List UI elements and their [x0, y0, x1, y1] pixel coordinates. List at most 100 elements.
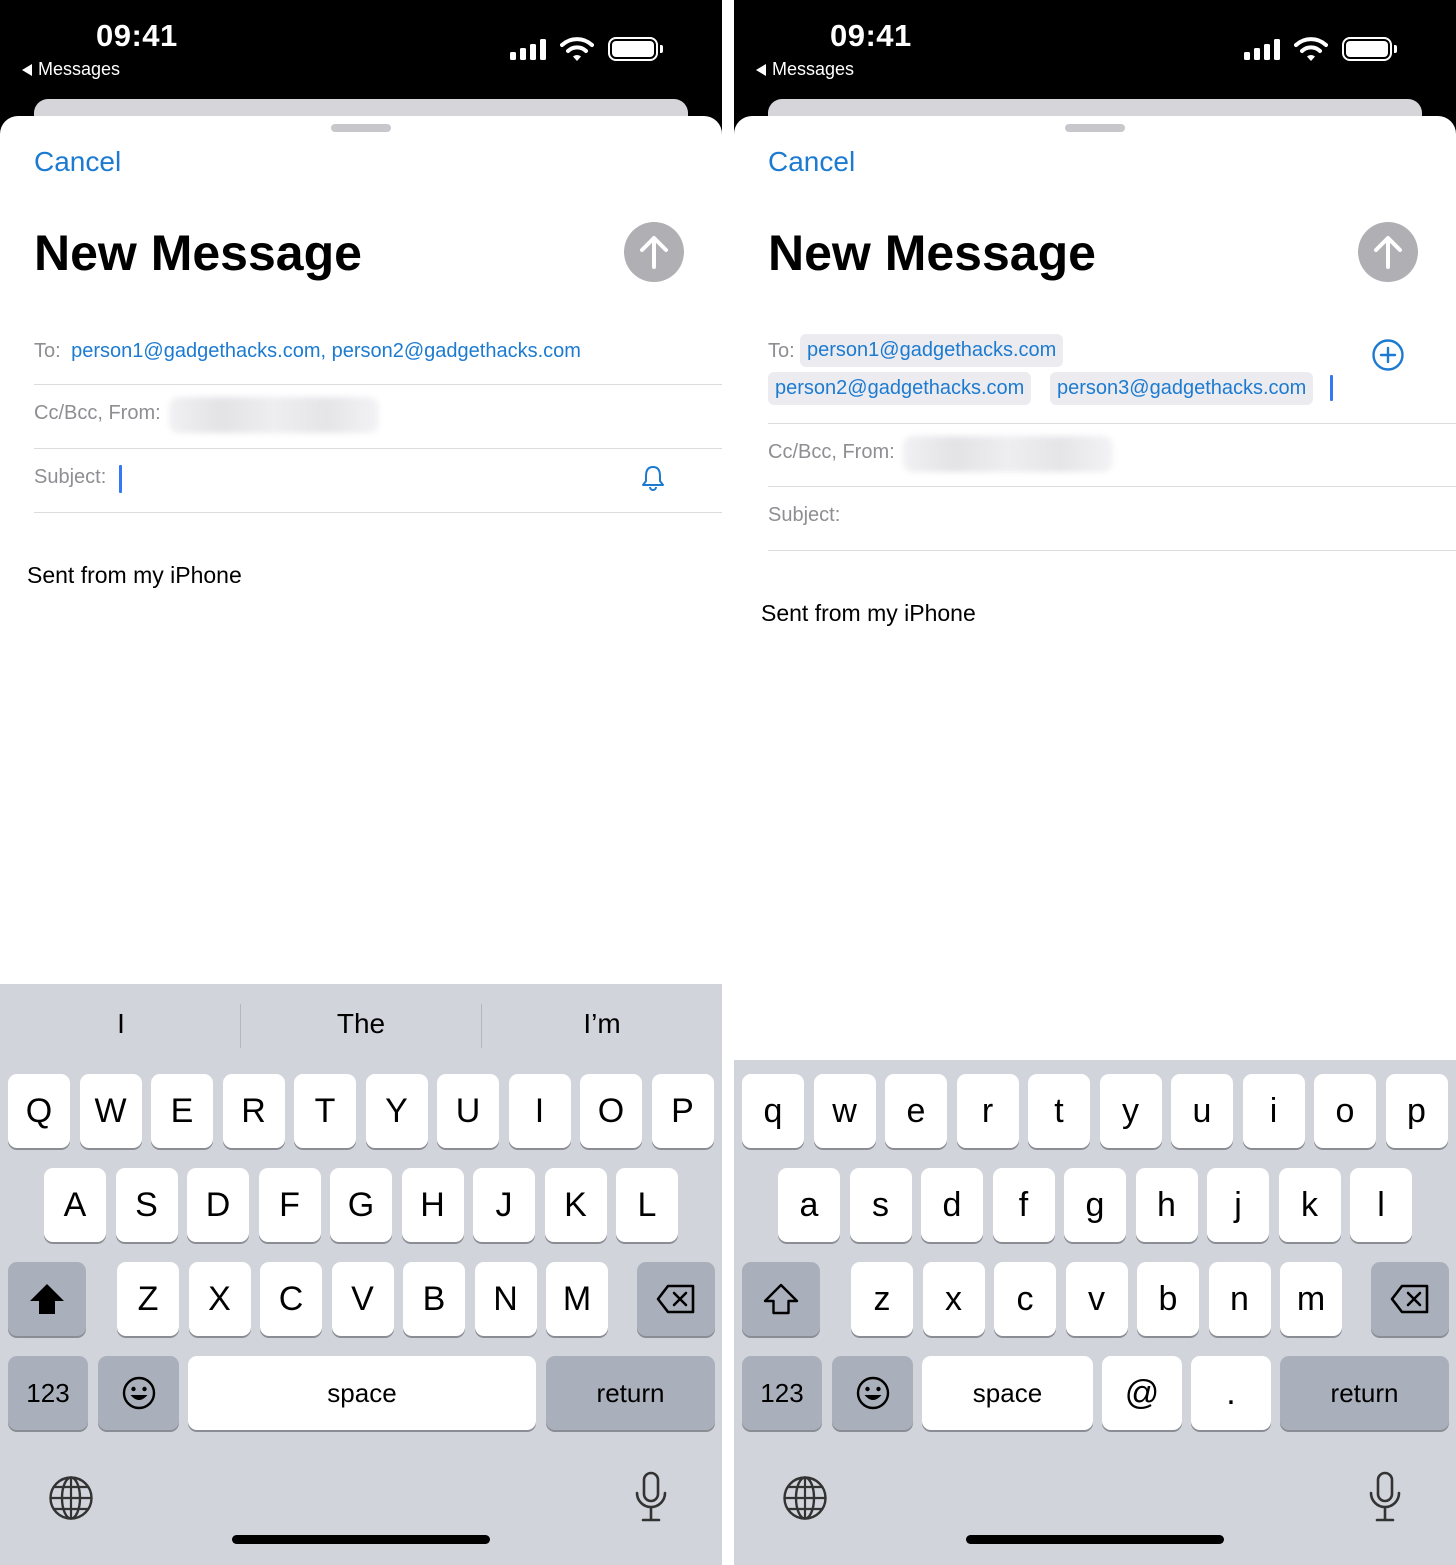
emoji-key[interactable] — [832, 1356, 913, 1430]
letter-key[interactable]: K — [544, 1168, 607, 1242]
globe-icon[interactable] — [48, 1475, 94, 1521]
battery-icon — [608, 37, 663, 61]
letter-key[interactable]: b — [1137, 1262, 1199, 1336]
letter-key[interactable]: j — [1207, 1168, 1269, 1242]
status-time: 09:41 — [96, 18, 178, 53]
delete-key[interactable] — [637, 1262, 715, 1336]
letter-key[interactable]: T — [294, 1074, 356, 1148]
recipient-chip[interactable]: person1@gadgethacks.com — [800, 334, 1064, 367]
letter-key[interactable]: n — [1208, 1262, 1271, 1336]
numbers-key[interactable]: 123 — [8, 1356, 88, 1430]
letter-key[interactable]: I — [508, 1074, 571, 1148]
numbers-key[interactable]: 123 — [742, 1356, 822, 1430]
cellular-signal-icon — [1244, 38, 1280, 60]
to-recipients[interactable]: person1@gadgethacks.com, person2@gadgeth… — [71, 340, 581, 362]
letter-key[interactable]: J — [473, 1168, 535, 1242]
letter-key[interactable]: f — [992, 1168, 1055, 1242]
letter-key[interactable]: v — [1065, 1262, 1128, 1336]
letter-key[interactable]: c — [994, 1262, 1056, 1336]
letter-key[interactable]: G — [330, 1168, 392, 1242]
back-to-messages-link[interactable]: Messages — [756, 59, 854, 80]
send-button[interactable] — [624, 222, 684, 282]
letter-key[interactable]: e — [885, 1074, 947, 1148]
letter-key[interactable]: p — [1385, 1074, 1448, 1148]
letter-key[interactable]: C — [260, 1262, 322, 1336]
message-signature[interactable]: Sent from my iPhone — [27, 562, 242, 589]
letter-key[interactable]: S — [115, 1168, 178, 1242]
recipient-chip[interactable]: person3@gadgethacks.com — [1050, 372, 1314, 405]
sheet-grabber[interactable] — [331, 124, 391, 132]
send-button[interactable] — [1358, 222, 1418, 282]
shift-key[interactable] — [742, 1262, 820, 1336]
prediction-2[interactable]: The — [281, 1008, 441, 1040]
recipient-chip[interactable]: person2@gadgethacks.com — [768, 372, 1032, 405]
letter-key[interactable]: l — [1350, 1168, 1412, 1242]
at-key[interactable]: @ — [1102, 1356, 1182, 1430]
ccbcc-from-field[interactable]: Cc/Bcc, From: — [768, 424, 1456, 487]
letter-key[interactable]: D — [187, 1168, 249, 1242]
return-key[interactable]: return — [546, 1356, 715, 1430]
emoji-key[interactable] — [98, 1356, 179, 1430]
letter-key[interactable]: W — [79, 1074, 142, 1148]
letter-key[interactable]: g — [1064, 1168, 1126, 1242]
letter-key[interactable]: F — [258, 1168, 321, 1242]
letter-key[interactable]: B — [403, 1262, 465, 1336]
prediction-1[interactable]: I — [41, 1008, 201, 1040]
letter-key[interactable]: N — [474, 1262, 537, 1336]
delete-key[interactable] — [1371, 1262, 1449, 1336]
letter-key[interactable]: z — [851, 1262, 913, 1336]
letter-key[interactable]: X — [188, 1262, 251, 1336]
letter-key[interactable]: s — [849, 1168, 912, 1242]
letter-key[interactable]: P — [651, 1074, 714, 1148]
letter-key[interactable]: O — [580, 1074, 642, 1148]
letter-key[interactable]: q — [742, 1074, 804, 1148]
letter-key[interactable]: t — [1028, 1074, 1090, 1148]
space-key[interactable]: space — [188, 1356, 536, 1430]
home-indicator[interactable] — [232, 1535, 490, 1544]
letter-key[interactable]: V — [331, 1262, 394, 1336]
globe-icon[interactable] — [782, 1475, 828, 1521]
letter-key[interactable]: Q — [8, 1074, 70, 1148]
shift-key[interactable] — [8, 1262, 86, 1336]
microphone-icon[interactable] — [634, 1471, 668, 1523]
letter-key[interactable]: o — [1314, 1074, 1376, 1148]
letter-key[interactable]: i — [1242, 1074, 1305, 1148]
bell-icon[interactable] — [640, 464, 666, 492]
letter-key[interactable]: x — [922, 1262, 985, 1336]
back-to-messages-link[interactable]: Messages — [22, 59, 120, 80]
period-key[interactable]: . — [1191, 1356, 1271, 1430]
letter-key[interactable]: m — [1280, 1262, 1342, 1336]
space-key[interactable]: space — [922, 1356, 1093, 1430]
letter-key[interactable]: R — [222, 1074, 285, 1148]
home-indicator[interactable] — [966, 1535, 1224, 1544]
letter-key[interactable]: H — [401, 1168, 464, 1242]
return-key[interactable]: return — [1280, 1356, 1449, 1430]
sheet-grabber[interactable] — [1065, 124, 1125, 132]
to-field[interactable]: To: person1@gadgethacks.com, person2@gad… — [34, 330, 722, 385]
letter-key[interactable]: r — [956, 1074, 1019, 1148]
letter-key[interactable]: w — [813, 1074, 876, 1148]
cancel-button[interactable]: Cancel — [34, 146, 121, 178]
microphone-icon[interactable] — [1368, 1471, 1402, 1523]
letter-key[interactable]: Z — [117, 1262, 179, 1336]
letter-key[interactable]: A — [44, 1168, 106, 1242]
subject-field[interactable]: Subject: — [34, 449, 722, 513]
letter-key[interactable]: L — [616, 1168, 678, 1242]
letter-key[interactable]: y — [1099, 1074, 1162, 1148]
cancel-button[interactable]: Cancel — [768, 146, 855, 178]
to-field[interactable]: To: person1@gadgethacks.com person2@gadg… — [768, 330, 1456, 424]
letter-key[interactable]: h — [1135, 1168, 1198, 1242]
letter-key[interactable]: E — [151, 1074, 213, 1148]
prediction-3[interactable]: I’m — [522, 1008, 682, 1040]
letter-key[interactable]: a — [778, 1168, 840, 1242]
subject-field[interactable]: Subject: — [768, 487, 1456, 551]
letter-key[interactable]: Y — [365, 1074, 428, 1148]
ccbcc-from-field[interactable]: Cc/Bcc, From: — [34, 385, 722, 449]
letter-key[interactable]: d — [921, 1168, 983, 1242]
letter-key[interactable]: M — [546, 1262, 608, 1336]
letter-key[interactable]: U — [437, 1074, 499, 1148]
message-signature[interactable]: Sent from my iPhone — [761, 600, 976, 627]
letter-key[interactable]: u — [1171, 1074, 1233, 1148]
letter-key[interactable]: k — [1278, 1168, 1341, 1242]
plus-circle-icon[interactable] — [1371, 338, 1405, 372]
